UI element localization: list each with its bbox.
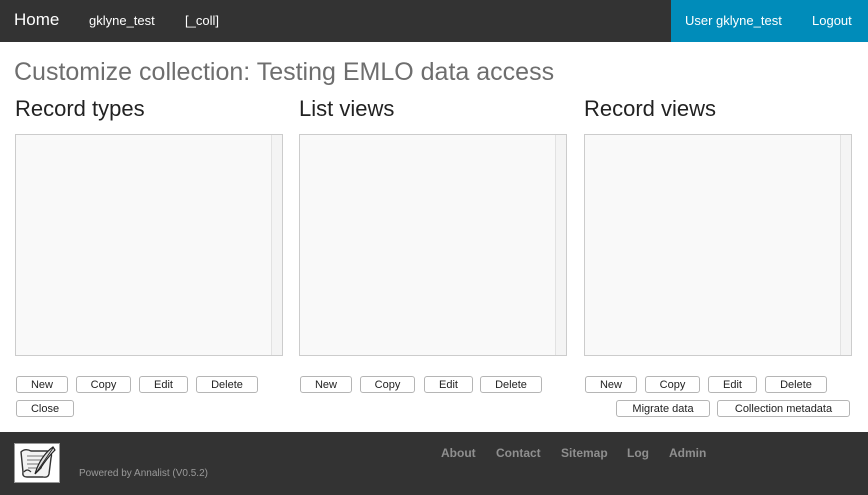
- record-types-delete-button[interactable]: Delete: [196, 376, 258, 393]
- footer-contact-link[interactable]: Contact: [496, 446, 541, 460]
- footer-about-link[interactable]: About: [441, 446, 476, 460]
- record-views-scrollbar[interactable]: [840, 135, 851, 355]
- record-views-copy-button[interactable]: Copy: [645, 376, 700, 393]
- record-types-close-button[interactable]: Close: [16, 400, 74, 417]
- home-link[interactable]: Home: [14, 10, 59, 30]
- record-views-edit-button[interactable]: Edit: [708, 376, 757, 393]
- record-types-new-button[interactable]: New: [16, 376, 68, 393]
- list-views-scrollbar[interactable]: [555, 135, 566, 355]
- record-types-heading: Record types: [15, 96, 145, 121]
- footer-sitemap-link[interactable]: Sitemap: [561, 446, 608, 460]
- annalist-logo-icon: [14, 443, 60, 483]
- record-types-list[interactable]: [15, 134, 283, 356]
- footer-log-link[interactable]: Log: [627, 446, 649, 460]
- top-navbar: Home gklyne_test [_coll] User gklyne_tes…: [0, 0, 868, 42]
- record-types-scrollbar[interactable]: [271, 135, 282, 355]
- user-menu: User gklyne_test Logout: [671, 0, 868, 42]
- coll-bracket-link[interactable]: [_coll]: [185, 13, 219, 28]
- list-views-new-button[interactable]: New: [300, 376, 352, 393]
- collection-link[interactable]: gklyne_test: [89, 13, 155, 28]
- list-views-delete-button[interactable]: Delete: [480, 376, 542, 393]
- page-title: Customize collection: Testing EMLO data …: [14, 58, 555, 86]
- migrate-data-button[interactable]: Migrate data: [616, 400, 710, 417]
- user-link[interactable]: User gklyne_test: [685, 13, 782, 28]
- footer-admin-link[interactable]: Admin: [669, 446, 706, 460]
- list-views-copy-button[interactable]: Copy: [360, 376, 415, 393]
- record-views-heading: Record views: [584, 96, 717, 121]
- list-views-edit-button[interactable]: Edit: [424, 376, 473, 393]
- list-views-heading: List views: [299, 96, 395, 121]
- record-views-delete-button[interactable]: Delete: [765, 376, 827, 393]
- list-views-list[interactable]: [299, 134, 567, 356]
- record-types-edit-button[interactable]: Edit: [139, 376, 188, 393]
- logout-link[interactable]: Logout: [812, 13, 852, 28]
- powered-by-text: Powered by Annalist (V0.5.2): [79, 468, 208, 479]
- scroll-quill-icon: [15, 444, 59, 482]
- record-views-list[interactable]: [584, 134, 852, 356]
- record-views-new-button[interactable]: New: [585, 376, 637, 393]
- footer: Powered by Annalist (V0.5.2) About Conta…: [0, 432, 868, 495]
- record-types-copy-button[interactable]: Copy: [76, 376, 131, 393]
- collection-metadata-button[interactable]: Collection metadata: [717, 400, 850, 417]
